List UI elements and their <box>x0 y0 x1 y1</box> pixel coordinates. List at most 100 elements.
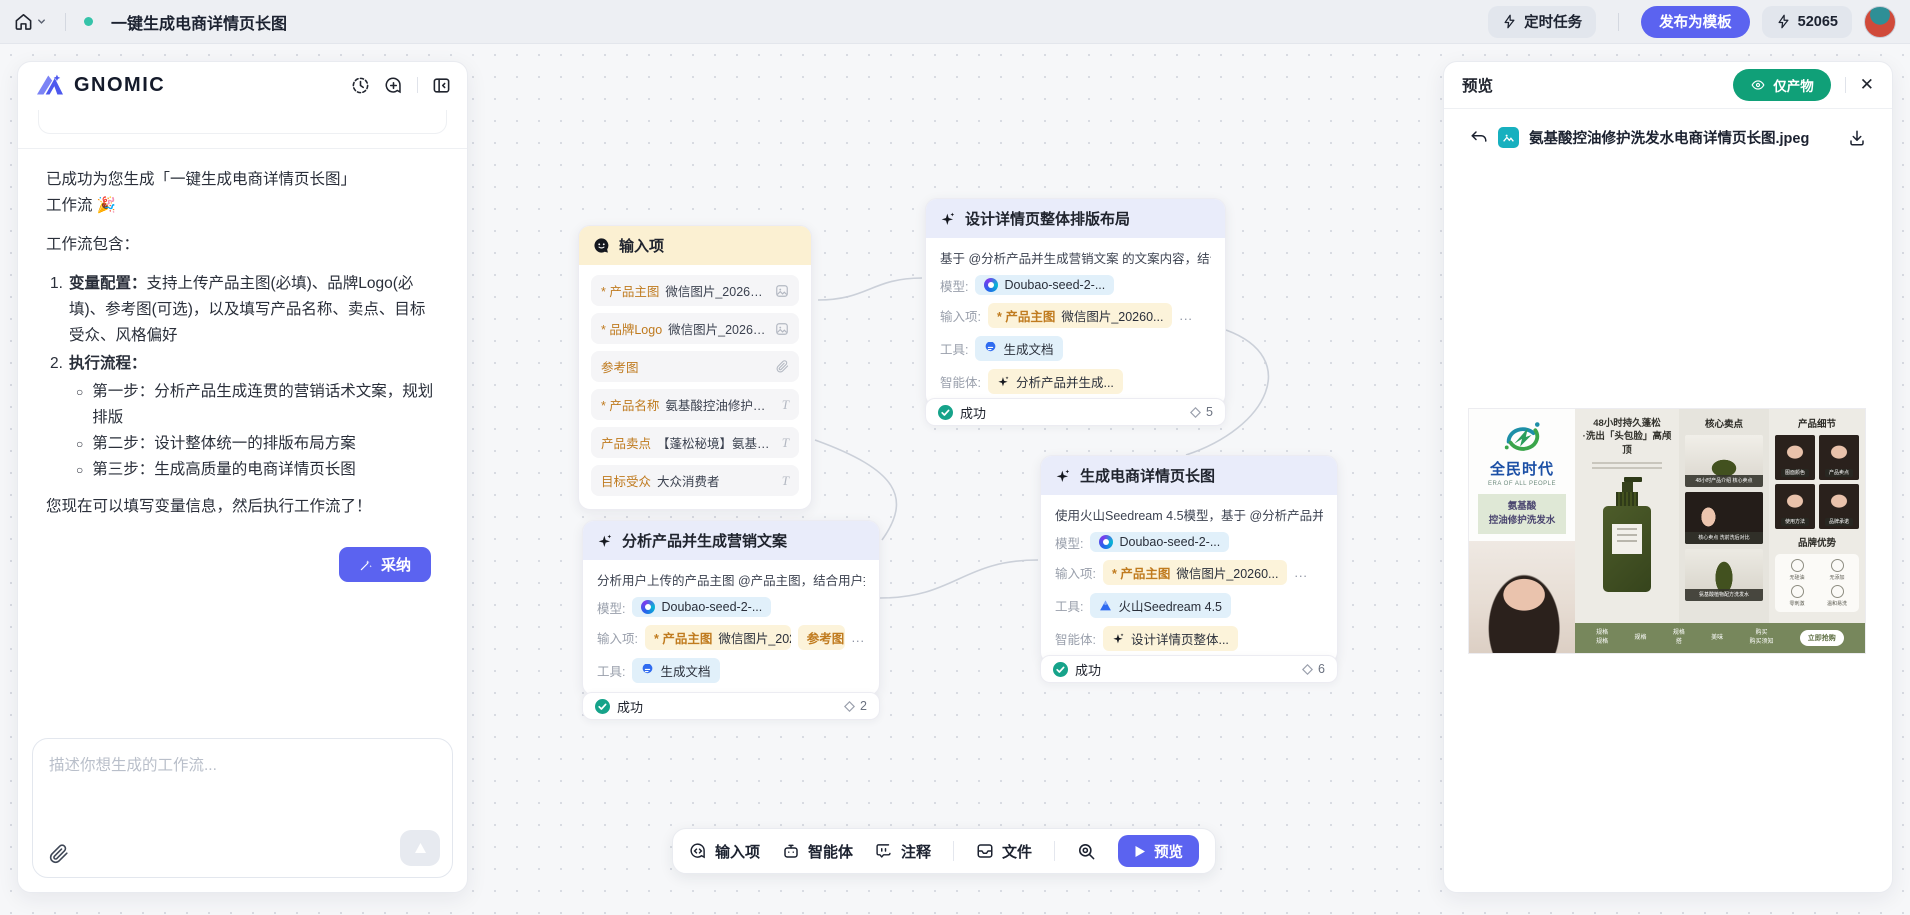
canvas-toolbar: 输入项 智能体 注释 文件 预览 <box>672 828 1216 874</box>
node-generate-header: 生成电商详情页长图 <box>1041 456 1337 495</box>
message-list: 1. 变量配置：支持上传产品主图(必填)、品牌Logo(必填)、参考图(可选)，… <box>50 271 439 483</box>
message-intro: 已成功为您生成「一键生成电商详情页长图」 工作流 🎉 <box>46 167 439 219</box>
back-icon[interactable] <box>1470 129 1488 147</box>
node-analyze-status[interactable]: 成功 2 <box>582 692 880 720</box>
toolbar-files[interactable]: 文件 <box>976 841 1032 862</box>
toolbar-divider <box>1054 841 1055 861</box>
sparkle-icon <box>1055 468 1071 484</box>
publish-template-button[interactable]: 发布为模板 <box>1641 6 1750 38</box>
input-field-brand-logo[interactable]: * 品牌Logo 微信图片_20260319... <box>591 313 799 344</box>
preview-run-button[interactable]: 预览 <box>1118 835 1199 867</box>
eye-icon <box>1750 78 1766 92</box>
doubao-icon <box>1099 535 1113 549</box>
inputs-row: 输入项: * 产品主图微信图片_20260... ... <box>940 303 1211 328</box>
node-analyze-copy[interactable]: 分析产品并生成营销文案 分析用户上传的产品主图 @产品主图，结合用户提供... … <box>582 520 880 696</box>
close-icon[interactable]: ✕ <box>1860 75 1874 95</box>
artifact-brand-adv-item: 无添加 <box>1819 559 1855 581</box>
node-inputs-body: * 产品主图 微信图片_20260319... * 品牌Logo 微信图片_20… <box>579 265 811 509</box>
input-pill[interactable]: * 产品主图微信图片_20260... <box>645 625 791 650</box>
artifact-selling-title: 核心卖点 <box>1685 416 1763 430</box>
adopt-button[interactable]: 采纳 <box>339 547 431 582</box>
node-inputs[interactable]: 输入项 * 产品主图 微信图片_20260319... * 品牌Logo 微信图… <box>578 225 812 510</box>
document-icon <box>641 664 654 677</box>
gnomic-logo-icon <box>34 72 66 98</box>
artifact-brand-adv-item: 零刺激 <box>1779 585 1815 607</box>
lightning-icon <box>1502 14 1517 29</box>
artifact-hero-column: 48小时持久蓬松 ·洗出「头包脸」高颅顶 <box>1575 409 1679 623</box>
artifact-detail-tile: 图面颜色 <box>1775 435 1815 480</box>
home-button[interactable] <box>14 12 47 31</box>
only-artifacts-toggle[interactable]: 仅产物 <box>1733 69 1831 101</box>
input-field-product-image[interactable]: * 产品主图 微信图片_20260319... <box>591 275 799 306</box>
file-tray-icon <box>976 842 994 860</box>
artifact-selling-tile: 氨基酸植物配方洗发水 <box>1685 549 1763 601</box>
node-design-body: 基于 @分析产品并生成营销文案 的文案内容，结合产... 模型: Doubao-… <box>926 238 1225 406</box>
artifact-bottle-photo <box>1603 477 1651 592</box>
input-pill[interactable]: * 产品主图微信图片_20260... <box>988 303 1172 328</box>
toolbar-divider <box>953 841 954 861</box>
artifact-brand-column: 全民时代 ERA OF ALL PEOPLE 氨基酸 控油修护洗发水 <box>1469 409 1575 653</box>
input-bubble-icon <box>689 842 707 860</box>
collapse-panel-icon[interactable] <box>432 76 451 95</box>
adopt-row: 采纳 <box>18 533 467 582</box>
artifact-brand-adv-title: 品牌优势 <box>1775 535 1859 549</box>
brand-logo-mark <box>1499 415 1545 457</box>
credits-badge[interactable]: 52065 <box>1762 6 1852 38</box>
artifact-preview-image[interactable]: 全民时代 ERA OF ALL PEOPLE 氨基酸 控油修护洗发水 48小时持… <box>1469 409 1865 653</box>
artifact-filename[interactable]: 氨基酸控油修护洗发水电商详情页长图.jpeg <box>1529 127 1838 148</box>
model-pill[interactable]: Doubao-seed-2-... <box>632 597 771 617</box>
new-chat-icon[interactable] <box>384 76 403 95</box>
more-inputs[interactable]: ... <box>1294 566 1307 580</box>
history-icon[interactable] <box>351 76 370 95</box>
tool-pill[interactable]: 生成文档 <box>632 658 719 683</box>
node-generate-image[interactable]: 生成电商详情页长图 使用火山Seedream 4.5模型，基于 @分析产品并生成… <box>1040 455 1338 664</box>
paperclip-icon <box>776 360 789 373</box>
artifact-detail-tile: 使用方法 <box>1775 484 1815 529</box>
toolbar-add-agent[interactable]: 智能体 <box>782 841 853 862</box>
node-design-layout[interactable]: 设计详情页整体排版布局 基于 @分析产品并生成营销文案 的文案内容，结合产...… <box>925 198 1226 407</box>
input-field-product-name[interactable]: * 产品名称 氨基酸控油修护洗发... T <box>591 389 799 420</box>
input-field-selling-points[interactable]: 产品卖点 【蓬松秘境】氨基酸... T <box>591 427 799 458</box>
reference-pill[interactable]: 参考图 <box>798 625 845 650</box>
download-icon[interactable] <box>1848 129 1866 147</box>
document-icon <box>984 342 997 355</box>
text-icon: T <box>782 435 789 451</box>
more-inputs[interactable]: ... <box>852 631 865 645</box>
node-design-status[interactable]: 成功 5 <box>925 398 1226 426</box>
success-check-icon <box>938 405 953 420</box>
scrolled-message-remnant <box>38 110 447 134</box>
zoom-search-icon[interactable] <box>1077 842 1096 861</box>
attach-file-icon[interactable] <box>49 844 69 864</box>
scheduled-tasks-button[interactable]: 定时任务 <box>1488 6 1596 38</box>
model-pill[interactable]: Doubao-seed-2-... <box>975 275 1114 295</box>
input-pill[interactable]: * 产品主图微信图片_20260... <box>1103 560 1287 585</box>
node-generate-status[interactable]: 成功 6 <box>1040 655 1338 683</box>
model-pill[interactable]: Doubao-seed-2-... <box>1090 532 1229 552</box>
agent-pill[interactable]: 设计详情页整体... <box>1103 626 1238 651</box>
artifact-footer-bar: 规格 规格 规格 规格 搭 美味 购买 购买须知 立即抢购 <box>1575 623 1865 653</box>
preview-header-actions: 仅产物 ✕ <box>1733 69 1874 101</box>
artifact-detail-grid: 图面颜色 产品卖点 使用方法 品牌承诺 <box>1775 435 1859 529</box>
artifact-fine-print <box>1592 462 1662 470</box>
input-field-target-audience[interactable]: 目标受众 大众消费者 T <box>591 465 799 496</box>
model-row: 模型: Doubao-seed-2-... <box>940 275 1211 295</box>
agent-pill[interactable]: 分析产品并生成... <box>988 369 1123 394</box>
workflow-prompt-input[interactable] <box>33 739 452 825</box>
artifact-brand-adv-box: 无硅油 无添加 零刺激 温和易洗 <box>1775 554 1859 612</box>
more-inputs[interactable]: ... <box>1179 309 1192 323</box>
tool-pill[interactable]: 生成文档 <box>975 336 1062 361</box>
preview-panel: 预览 仅产物 ✕ 氨基酸控油修护洗发水电商详情页长图.jpeg <box>1443 61 1893 893</box>
assistant-header-actions <box>351 76 451 95</box>
image-icon <box>775 284 789 298</box>
send-button[interactable] <box>400 830 440 866</box>
mountain-icon <box>1099 599 1112 612</box>
toolbar-add-note[interactable]: 注释 <box>875 841 931 862</box>
toolbar-add-inputs[interactable]: 输入项 <box>689 841 760 862</box>
input-field-reference-image[interactable]: 参考图 <box>591 351 799 382</box>
user-avatar[interactable] <box>1864 6 1896 38</box>
doubao-icon <box>984 278 998 292</box>
artifact-selling-column: 核心卖点 48小时产品介绍 核心卖点 核心卖点 洗前洗后对比 氨基酸植物配方洗发… <box>1679 409 1769 623</box>
tool-pill[interactable]: 火山Seedream 4.5 <box>1090 593 1231 618</box>
brand-name: GNOMIC <box>74 74 165 97</box>
artifact-brand-adv-item: 无硅油 <box>1779 559 1815 581</box>
